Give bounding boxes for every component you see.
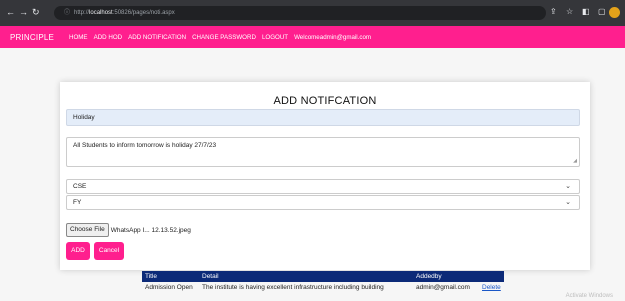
nav-logout-link[interactable]: LOGOUT (262, 34, 288, 41)
reload-icon[interactable]: ↻ (32, 8, 40, 17)
url-path: :50826/pages/noti.aspx (112, 10, 175, 16)
header-detail: Detail (202, 273, 219, 280)
detail-text: All Students to inform tomorrow is holid… (73, 142, 217, 149)
detail-textarea[interactable]: All Students to inform tomorrow is holid… (66, 137, 580, 167)
address-bar[interactable]: ⓘ http://localhost:50826/pages/noti.aspx (54, 6, 546, 20)
tab-window-icon[interactable]: ▢ (598, 7, 606, 17)
profile-avatar-icon[interactable] (609, 7, 620, 18)
choose-file-button[interactable]: Choose File (66, 223, 109, 237)
nav-links: HOME ADD HOD ADD NOTIFICATION CHANGE PASSWO… (69, 34, 377, 41)
resize-grip-icon[interactable]: ◢ (573, 157, 577, 165)
department-select[interactable]: CSE ⌄ (66, 179, 580, 194)
back-arrow-icon[interactable]: ← (6, 8, 15, 17)
year-select[interactable]: FY ⌄ (66, 195, 580, 210)
row-addedby: admin@gmail.com (416, 284, 470, 291)
row-title: Admission Open (145, 284, 193, 291)
row-detail: The institute is having excellent infras… (202, 284, 384, 291)
selected-file-name: WhatsApp I... 12.13.52.jpeg (110, 226, 191, 234)
brand-label[interactable]: PRINCIPLE (10, 33, 54, 42)
add-button[interactable]: ADD (66, 242, 90, 260)
table-header: Title Detail Addedby (142, 271, 504, 282)
department-select-value: CSE (73, 183, 87, 190)
nav-add-hod-link[interactable]: ADD HOD (94, 34, 123, 41)
share-icon[interactable]: ⇪ (550, 7, 557, 17)
file-upload: Choose File WhatsApp I... 12.13.52.jpeg (66, 223, 191, 237)
year-select-value: FY (73, 199, 82, 206)
title-input[interactable]: Holiday (66, 109, 580, 126)
app-navbar: PRINCIPLE HOME ADD HOD ADD NOTIFICATION CHA… (0, 26, 625, 48)
delete-link[interactable]: Delete (482, 282, 501, 294)
nav-home-link[interactable]: HOME (69, 34, 88, 41)
nav-change-password-link[interactable]: CHANGE PASSWORD (192, 34, 256, 41)
nav-welcome-user: Welcomeadmin@gmail.com (294, 34, 372, 41)
form-heading: ADD NOTIFCATION (273, 95, 377, 107)
notifications-table: Title Detail Addedby Admission Open The … (142, 271, 504, 294)
chevron-down-icon: ⌄ (565, 199, 571, 206)
chevron-down-icon: ⌄ (565, 183, 571, 190)
browser-toolbar: ← → ↻ ⓘ http://localhost:50826/pages/noti… (0, 0, 625, 26)
forward-arrow-icon[interactable]: → (19, 8, 28, 17)
url-prefix: http:// (74, 10, 90, 16)
bookmark-star-icon[interactable]: ☆ (566, 7, 573, 17)
url-host: localhost (89, 10, 113, 16)
nav-add-notification-link[interactable]: ADD NOTIFICATION (128, 34, 186, 41)
site-info-icon[interactable]: ⓘ (64, 10, 70, 16)
activation-watermark: Activate Windows (565, 293, 613, 299)
header-title: Title (145, 273, 158, 280)
cancel-button[interactable]: Cancel (94, 242, 124, 260)
table-row: Admission Open The institute is having e… (142, 282, 504, 294)
notification-form-card: ADD NOTIFCATION Holiday All Students to … (60, 82, 590, 270)
extension-icon[interactable]: ◧ (582, 7, 590, 17)
header-addedby: Addedby (416, 273, 442, 280)
